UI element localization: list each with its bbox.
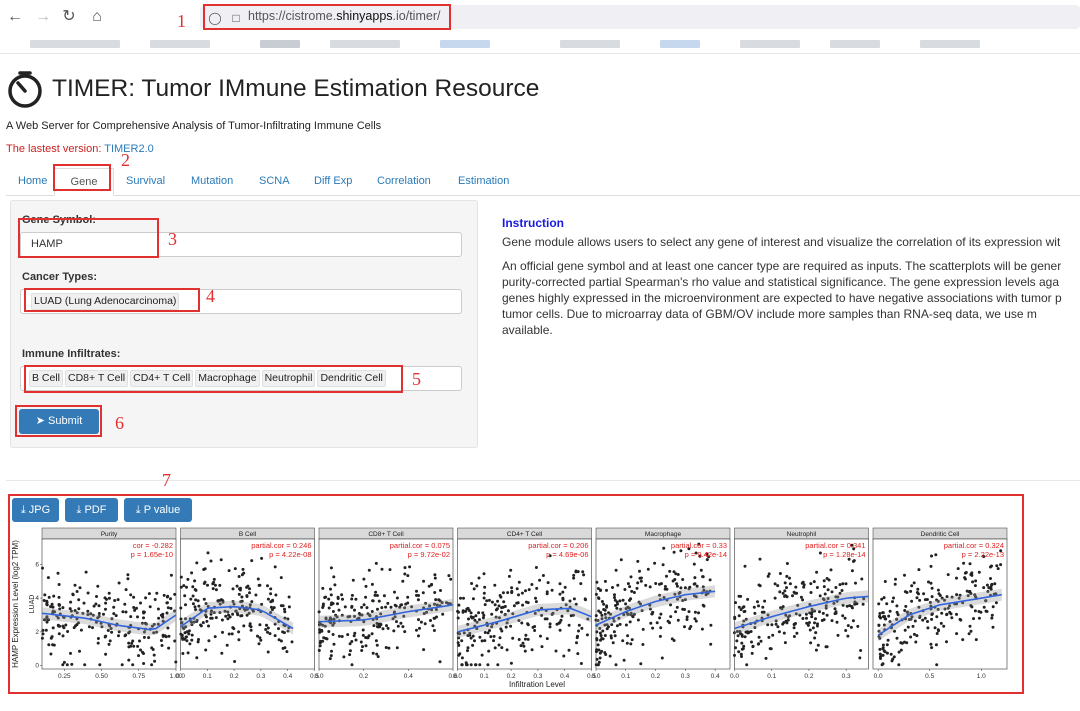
page-title: TIMER: Tumor IMmune Estimation Resource	[52, 75, 540, 102]
annotation-box-cancer-type	[24, 288, 200, 312]
instruction-line-1: An official gene symbol and at least one…	[502, 259, 1062, 273]
instruction-line-3: genes highly expressed in the microenvir…	[502, 291, 1062, 305]
cancer-types-label: Cancer Types:	[22, 271, 97, 283]
latest-version-note: The lastest version: TIMER2.0	[6, 143, 154, 155]
tab-diff-exp[interactable]: Diff Exp	[304, 168, 362, 196]
bookmark-item[interactable]	[740, 40, 800, 48]
instruction-title: Instruction	[502, 216, 564, 230]
tab-home[interactable]: Home	[8, 168, 57, 196]
bookmark-item[interactable]	[260, 40, 300, 48]
annotation-number: 5	[412, 369, 421, 389]
bookmark-item[interactable]	[30, 40, 120, 48]
browser-toolbar: ← → ↻ ⌂ ◯ □ https://cistrome.shinyapps.i…	[0, 0, 1080, 34]
instruction-line-5: available.	[502, 323, 553, 337]
bookmark-item[interactable]	[920, 40, 980, 48]
annotation-number: 1	[177, 11, 186, 31]
nav-tabs: Home Gene Survival Mutation SCNA Diff Ex…	[6, 168, 1080, 196]
tab-mutation[interactable]: Mutation	[181, 168, 243, 196]
bookmark-item[interactable]	[440, 40, 490, 48]
annotation-box-results	[8, 494, 1024, 694]
annotation-number: 6	[115, 413, 124, 433]
annotation-number: 2	[121, 150, 130, 170]
bookmarks-bar	[0, 34, 1080, 54]
back-arrow-icon[interactable]: ←	[6, 8, 24, 26]
annotation-number: 4	[206, 286, 215, 306]
instruction-line-4: tumor cells. Due to microarray data of G…	[502, 307, 1037, 321]
page-header: TIMER: Tumor IMmune Estimation Resource	[6, 70, 539, 108]
tab-scna[interactable]: SCNA	[249, 168, 300, 196]
bookmark-item[interactable]	[330, 40, 400, 48]
immune-infiltrates-label: Immune Infiltrates:	[22, 348, 121, 360]
annotation-box-immune	[24, 365, 403, 393]
timer-icon	[8, 71, 42, 108]
bookmark-item[interactable]	[150, 40, 210, 48]
annotation-box-gene-symbol	[18, 218, 159, 258]
tab-estimation[interactable]: Estimation	[448, 168, 519, 196]
instruction-line-2: purity-corrected partial Spearman's rho …	[502, 275, 1060, 289]
annotation-box-url	[203, 4, 451, 30]
tab-survival[interactable]: Survival	[116, 168, 175, 196]
instruction-paragraph-1: Gene module allows users to select any g…	[502, 235, 1061, 249]
annotation-number: 7	[162, 470, 171, 490]
annotation-box-gene-tab	[53, 164, 111, 191]
reload-icon[interactable]: ↻	[60, 8, 78, 26]
tab-correlation[interactable]: Correlation	[367, 168, 441, 196]
home-icon[interactable]: ⌂	[88, 8, 106, 26]
bookmark-item[interactable]	[830, 40, 880, 48]
bookmark-item[interactable]	[660, 40, 700, 48]
annotation-number: 3	[168, 229, 177, 249]
page-subtitle: A Web Server for Comprehensive Analysis …	[6, 120, 382, 132]
bookmark-item[interactable]	[560, 40, 620, 48]
annotation-box-submit	[15, 405, 102, 437]
forward-arrow-icon[interactable]: →	[34, 8, 52, 26]
